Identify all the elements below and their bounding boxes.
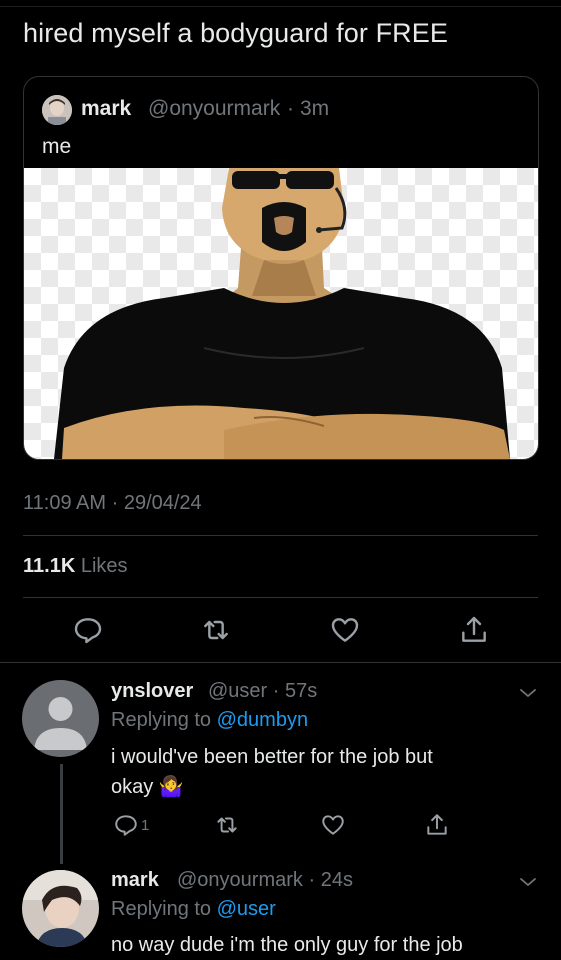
reply-timestamp: 24s bbox=[320, 869, 353, 891]
replying-to: Replying to @dumbyn bbox=[111, 709, 308, 732]
divider bbox=[0, 662, 561, 663]
bodyguard-image[interactable] bbox=[24, 168, 538, 459]
reply-icon bbox=[115, 815, 137, 836]
reply-author-name[interactable]: mark bbox=[111, 869, 159, 892]
likes-count: 11.1K bbox=[23, 555, 76, 577]
like-button[interactable] bbox=[329, 614, 361, 646]
retweet-icon bbox=[204, 620, 228, 640]
quoted-avatar[interactable] bbox=[42, 95, 72, 125]
reply-avatar-mark[interactable] bbox=[22, 870, 99, 947]
reply-time-separator: · bbox=[272, 680, 280, 702]
replying-prefix: Replying to bbox=[111, 898, 212, 920]
reply-avatar-default[interactable] bbox=[22, 680, 99, 757]
reply-retweet-button[interactable] bbox=[214, 812, 240, 838]
tweet-meta: 11:09 AM · 29/04/24 bbox=[23, 492, 202, 515]
reply-author-name[interactable]: ynslover bbox=[111, 680, 193, 703]
replying-to: Replying to @user bbox=[111, 898, 276, 921]
likes-label: Likes bbox=[80, 555, 128, 577]
tweet-date: 29/04/24 bbox=[123, 492, 202, 514]
reply-share-button[interactable] bbox=[424, 812, 450, 838]
reply-author-handle[interactable]: @onyourmark · 24s bbox=[177, 869, 353, 892]
reply-handle-text: @onyourmark bbox=[177, 869, 303, 891]
default-avatar-icon bbox=[22, 680, 99, 757]
divider bbox=[23, 535, 538, 536]
reply-icon bbox=[74, 618, 102, 644]
reply-button[interactable] bbox=[72, 614, 104, 646]
thread-connector bbox=[60, 764, 63, 864]
share-icon bbox=[427, 814, 447, 835]
retweet-icon bbox=[217, 817, 237, 833]
top-divider bbox=[0, 6, 561, 7]
profile-photo bbox=[22, 870, 99, 947]
retweet-button[interactable] bbox=[200, 614, 232, 646]
more-options-button[interactable] bbox=[518, 686, 538, 700]
reply-handle-text: @user bbox=[208, 680, 268, 702]
quoted-tweet-card[interactable]: mark @onyourmark · 3m me bbox=[23, 76, 539, 460]
quoted-timestamp: 3m bbox=[300, 97, 330, 120]
quoted-tweet-text: me bbox=[42, 135, 72, 158]
shrug-emoji: 🤷‍♀️ bbox=[158, 776, 184, 798]
heart-icon bbox=[331, 618, 359, 642]
quoted-author-handle[interactable]: @onyourmark bbox=[148, 97, 280, 121]
share-icon bbox=[462, 616, 486, 642]
reply-reply-button[interactable] bbox=[113, 812, 139, 838]
reply-like-button[interactable] bbox=[320, 812, 346, 838]
reply-text: no way dude i'm the only guy for the job bbox=[111, 934, 463, 956]
heart-icon bbox=[322, 815, 344, 835]
more-options-button[interactable] bbox=[518, 875, 538, 889]
quoted-dot-separator: · bbox=[287, 97, 294, 120]
meta-separator: · bbox=[111, 492, 119, 514]
share-button[interactable] bbox=[458, 614, 490, 646]
chevron-down-icon bbox=[520, 689, 536, 697]
bodyguard-illustration bbox=[54, 168, 510, 459]
tweet-text: hired myself a bodyguard for FREE bbox=[23, 18, 448, 48]
reply-timestamp: 57s bbox=[285, 680, 318, 702]
reply-text-line: i would've been better for the job but bbox=[111, 746, 433, 768]
reply-count: 1 bbox=[141, 817, 150, 834]
reply-text: i would've been better for the job but o… bbox=[111, 742, 531, 802]
chevron-down-icon bbox=[520, 878, 536, 886]
replying-prefix: Replying to bbox=[111, 709, 212, 731]
divider bbox=[23, 597, 538, 598]
quoted-author-name[interactable]: mark bbox=[81, 97, 131, 121]
replying-mention[interactable]: @user bbox=[217, 898, 276, 920]
reply-author-handle[interactable]: @user · 57s bbox=[208, 680, 317, 703]
likes-stat[interactable]: 11.1K Likes bbox=[23, 555, 128, 578]
reply-text-line: okay 🤷‍♀️ bbox=[111, 772, 531, 802]
tweet-time: 11:09 AM bbox=[23, 492, 107, 514]
replying-mention[interactable]: @dumbyn bbox=[217, 709, 308, 731]
reply-text-line2: okay bbox=[111, 776, 154, 798]
reply-time-separator: · bbox=[308, 869, 316, 891]
